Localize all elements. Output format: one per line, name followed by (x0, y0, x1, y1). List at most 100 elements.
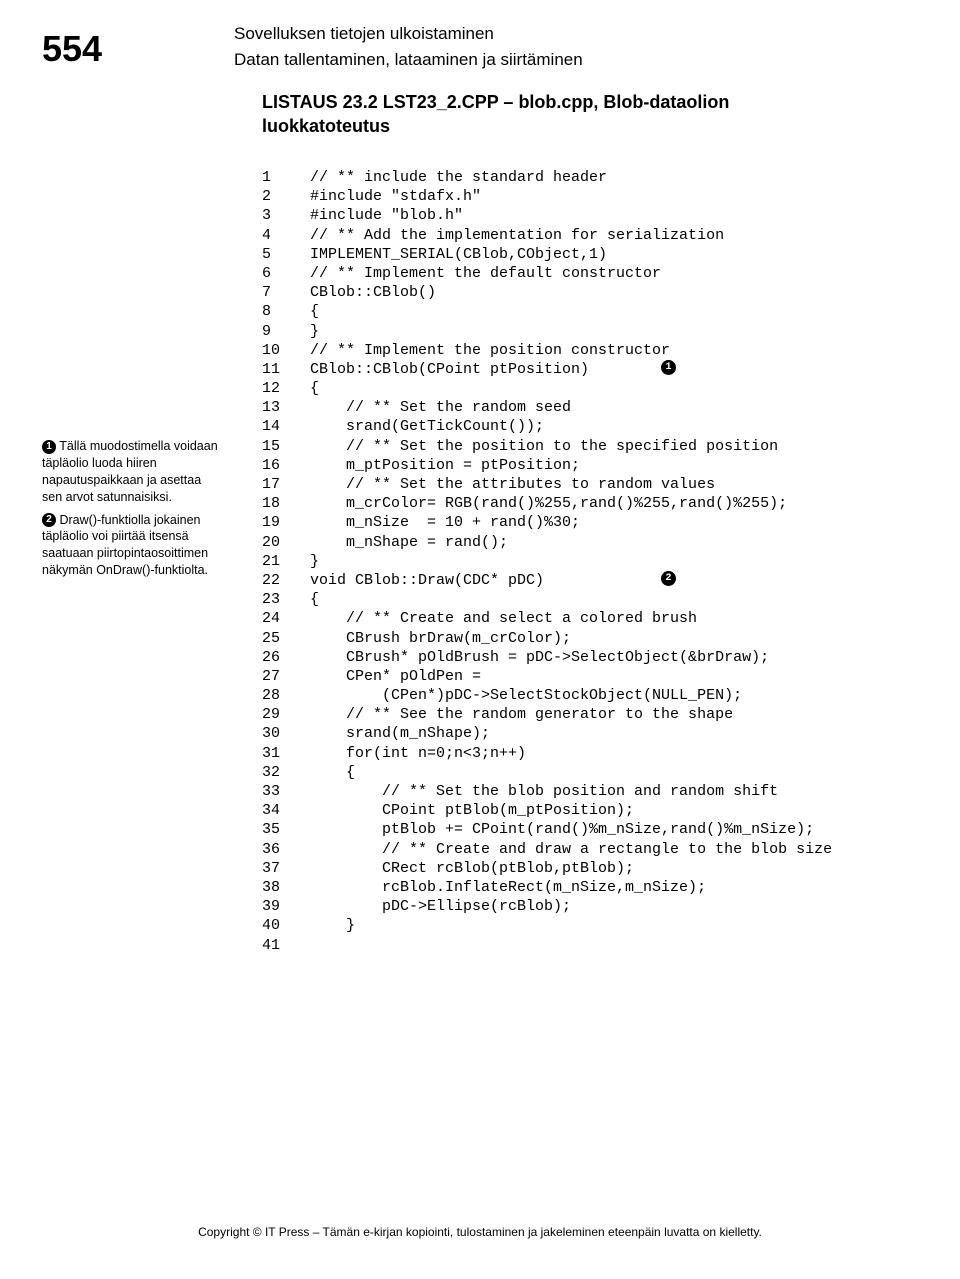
line-number: 7 (262, 283, 310, 302)
code-line: 1// ** include the standard header (262, 168, 890, 187)
line-number: 35 (262, 820, 310, 839)
code-line: 6// ** Implement the default constructor (262, 264, 890, 283)
code-line: 40 } (262, 916, 890, 935)
line-number: 10 (262, 341, 310, 360)
code-text: // ** Add the implementation for seriali… (310, 226, 724, 245)
callout-2-inline-icon: 2 (661, 571, 676, 586)
code-line: 33 // ** Set the blob position and rando… (262, 782, 890, 801)
listing-heading-line-1: LISTAUS 23.2 LST23_2.CPP – blob.cpp, Blo… (262, 92, 729, 112)
code-line: 29 // ** See the random generator to the… (262, 705, 890, 724)
code-line: 36 // ** Create and draw a rectangle to … (262, 840, 890, 859)
code-line: 15 // ** Set the position to the specifi… (262, 437, 890, 456)
line-number: 23 (262, 590, 310, 609)
code-text: // ** Set the attributes to random value… (310, 475, 715, 494)
line-number: 19 (262, 513, 310, 532)
code-text: m_crColor= RGB(rand()%255,rand()%255,ran… (310, 494, 787, 513)
code-line: 38 rcBlob.InflateRect(m_nSize,m_nSize); (262, 878, 890, 897)
code-text: CBrush brDraw(m_crColor); (310, 629, 571, 648)
line-number: 3 (262, 206, 310, 225)
line-number: 2 (262, 187, 310, 206)
code-text: CBrush* pOldBrush = pDC->SelectObject(&b… (310, 648, 769, 667)
line-number: 9 (262, 322, 310, 341)
code-text: m_nSize = 10 + rand()%30; (310, 513, 580, 532)
code-line: 12{ (262, 379, 890, 398)
code-text: { (310, 302, 319, 321)
line-number: 21 (262, 552, 310, 571)
code-listing: 1// ** include the standard header2#incl… (262, 168, 890, 955)
code-text: #include "blob.h" (310, 206, 463, 225)
subsection-title: Datan tallentaminen, lataaminen ja siirt… (234, 50, 870, 70)
code-line: 25 CBrush brDraw(m_crColor); (262, 629, 890, 648)
code-line: 8{ (262, 302, 890, 321)
code-text: (CPen*)pDC->SelectStockObject(NULL_PEN); (310, 686, 742, 705)
code-text: CRect rcBlob(ptBlob,ptBlob); (310, 859, 634, 878)
code-line: 22void CBlob::Draw(CDC* pDC) 2 (262, 571, 890, 590)
code-text: CPen* pOldPen = (310, 667, 481, 686)
note-2-text: Draw()-funktiolla jokainen täpläolio voi… (42, 513, 208, 578)
line-number: 28 (262, 686, 310, 705)
section-title: Sovelluksen tietojen ulkoistaminen (234, 24, 870, 44)
code-line: 21} (262, 552, 890, 571)
line-number: 33 (262, 782, 310, 801)
code-line: 17 // ** Set the attributes to random va… (262, 475, 890, 494)
line-number: 24 (262, 609, 310, 628)
code-line: 30 srand(m_nShape); (262, 724, 890, 743)
line-number: 14 (262, 417, 310, 436)
code-line: 23{ (262, 590, 890, 609)
code-line: 28 (CPen*)pDC->SelectStockObject(NULL_PE… (262, 686, 890, 705)
line-number: 40 (262, 916, 310, 935)
code-line: 18 m_crColor= RGB(rand()%255,rand()%255,… (262, 494, 890, 513)
code-line: 3#include "blob.h" (262, 206, 890, 225)
code-line: 2#include "stdafx.h" (262, 187, 890, 206)
code-text: } (310, 322, 319, 341)
code-line: 34 CPoint ptBlob(m_ptPosition); (262, 801, 890, 820)
code-text: pDC->Ellipse(rcBlob); (310, 897, 571, 916)
line-number: 13 (262, 398, 310, 417)
line-number: 27 (262, 667, 310, 686)
code-text: for(int n=0;n<3;n++) (310, 744, 526, 763)
code-line: 16 m_ptPosition = ptPosition; (262, 456, 890, 475)
code-line: 24 // ** Create and select a colored bru… (262, 609, 890, 628)
code-text: #include "stdafx.h" (310, 187, 481, 206)
line-number: 39 (262, 897, 310, 916)
note-2: 2 Draw()-funktiolla jokainen täpläolio v… (42, 512, 218, 580)
code-text: srand(m_nShape); (310, 724, 490, 743)
line-number: 22 (262, 571, 310, 590)
code-text: m_ptPosition = ptPosition; (310, 456, 580, 475)
code-line: 19 m_nSize = 10 + rand()%30; (262, 513, 890, 532)
line-number: 34 (262, 801, 310, 820)
line-number: 5 (262, 245, 310, 264)
code-text: // ** Set the random seed (310, 398, 571, 417)
header: Sovelluksen tietojen ulkoistaminen Datan… (234, 24, 870, 139)
code-text: { (310, 379, 319, 398)
code-text: CBlob::CBlob(CPoint ptPosition) (310, 360, 661, 379)
margin-notes: 1 Tällä muodostimella voidaan täpläolio … (42, 438, 218, 585)
line-number: 18 (262, 494, 310, 513)
code-line: 5IMPLEMENT_SERIAL(CBlob,CObject,1) (262, 245, 890, 264)
note-1-text: Tällä muodostimella voidaan täpläolio lu… (42, 439, 218, 504)
line-number: 20 (262, 533, 310, 552)
code-text: { (310, 763, 355, 782)
code-text: // ** Implement the default constructor (310, 264, 661, 283)
callout-1-icon: 1 (42, 440, 56, 454)
line-number: 36 (262, 840, 310, 859)
note-1: 1 Tällä muodostimella voidaan täpläolio … (42, 438, 218, 506)
line-number: 37 (262, 859, 310, 878)
page-number: 554 (42, 28, 102, 70)
code-line: 13 // ** Set the random seed (262, 398, 890, 417)
code-line: 31 for(int n=0;n<3;n++) (262, 744, 890, 763)
code-text: srand(GetTickCount()); (310, 417, 544, 436)
code-block: 1// ** include the standard header2#incl… (262, 168, 890, 955)
line-number: 16 (262, 456, 310, 475)
code-line: 26 CBrush* pOldBrush = pDC->SelectObject… (262, 648, 890, 667)
line-number: 11 (262, 360, 310, 379)
line-number: 4 (262, 226, 310, 245)
line-number: 15 (262, 437, 310, 456)
code-text: // ** Set the blob position and random s… (310, 782, 778, 801)
line-number: 41 (262, 936, 310, 955)
code-line: 9} (262, 322, 890, 341)
code-line: 39 pDC->Ellipse(rcBlob); (262, 897, 890, 916)
line-number: 31 (262, 744, 310, 763)
code-line: 4// ** Add the implementation for serial… (262, 226, 890, 245)
code-line: 27 CPen* pOldPen = (262, 667, 890, 686)
